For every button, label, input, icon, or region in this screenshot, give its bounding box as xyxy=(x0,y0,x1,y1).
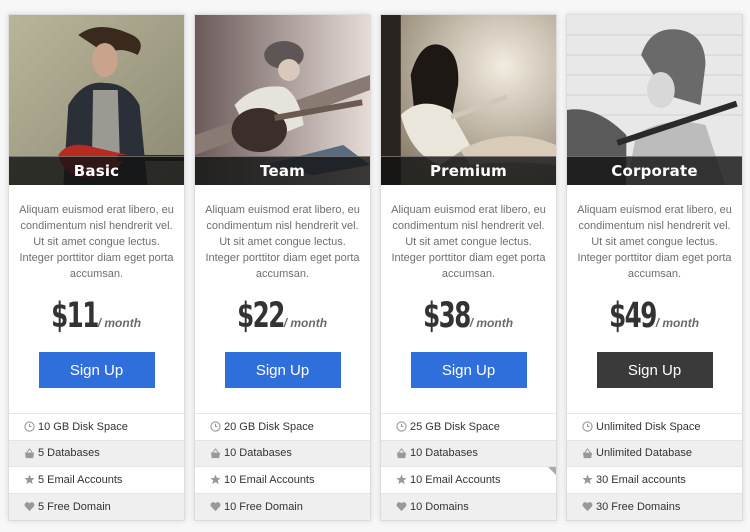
feature-item: 10 Free Domain xyxy=(195,493,370,520)
plan-price: $11/ month xyxy=(9,296,184,336)
feature-item: 10 Domains xyxy=(381,493,556,520)
plan-photo: Basic xyxy=(9,15,184,185)
feature-label: 10 Domains xyxy=(410,500,469,513)
feature-label: 10 Databases xyxy=(410,447,478,460)
clock-icon xyxy=(23,421,35,433)
feature-list: 10 GB Disk Space 5 Databases 5 Email Acc… xyxy=(9,413,184,520)
plan-photo: Team xyxy=(195,15,370,185)
feature-item: 30 Email accounts xyxy=(567,467,742,494)
feature-label: Unlimited Database xyxy=(596,447,692,460)
sign-up-button[interactable]: Sign Up xyxy=(596,352,713,388)
feature-item: 5 Free Domain xyxy=(9,493,184,520)
star-icon xyxy=(581,474,593,486)
price-amount: $11 xyxy=(51,296,99,336)
feature-label: 10 GB Disk Space xyxy=(38,420,128,433)
plan-description: Aliquam euismod erat libero, eu condimen… xyxy=(391,204,546,280)
feature-label: 30 Email accounts xyxy=(596,473,686,486)
feature-label: 20 GB Disk Space xyxy=(224,420,314,433)
clock-icon xyxy=(395,421,407,433)
price-amount: $49 xyxy=(609,296,657,336)
sign-up-button[interactable]: Sign Up xyxy=(224,352,341,388)
feature-label: 5 Databases xyxy=(38,447,100,460)
feature-item: 10 Email Accounts xyxy=(381,467,556,494)
plan-price: $22/ month xyxy=(195,296,370,336)
heart-icon xyxy=(395,501,407,513)
feature-item: 20 GB Disk Space xyxy=(195,414,370,441)
feature-item: 10 Databases xyxy=(381,440,556,467)
plan-price: $49/ month xyxy=(567,296,742,336)
plan-photo: Corporate xyxy=(567,15,742,185)
plan-name: Team xyxy=(195,156,370,185)
feature-item: 10 Email Accounts xyxy=(195,467,370,494)
feature-label: 10 Email Accounts xyxy=(224,473,315,486)
plan-name: Basic xyxy=(9,156,184,185)
heart-icon xyxy=(23,501,35,513)
price-period: / month xyxy=(469,316,514,330)
sign-up-button[interactable]: Sign Up xyxy=(410,352,527,388)
feature-list: Unlimited Disk Space Unlimited Database … xyxy=(567,413,742,520)
plan-description: Aliquam euismod erat libero, eu condimen… xyxy=(19,204,174,280)
feature-item: 10 Databases xyxy=(195,440,370,467)
basket-icon xyxy=(23,447,35,459)
price-amount: $22 xyxy=(237,296,285,336)
feature-label: 30 Free Domains xyxy=(596,500,681,513)
feature-item: 10 GB Disk Space xyxy=(9,414,184,441)
star-icon xyxy=(209,474,221,486)
feature-label: 10 Email Accounts xyxy=(410,473,501,486)
feature-item: 30 Free Domains xyxy=(567,493,742,520)
pricing-card-basic: Basic Aliquam euismod erat libero, eu co… xyxy=(8,14,185,521)
feature-label: 5 Free Domain xyxy=(38,500,111,513)
pricing-card-corporate: Corporate Aliquam euismod erat libero, e… xyxy=(566,14,743,521)
feature-item: Unlimited Disk Space xyxy=(567,414,742,441)
price-period: / month xyxy=(283,316,328,330)
feature-item: 5 Email Accounts xyxy=(9,467,184,494)
star-icon xyxy=(23,474,35,486)
plan-name: Premium xyxy=(381,156,556,185)
star-icon xyxy=(395,474,407,486)
heart-icon xyxy=(581,501,593,513)
plan-description: Aliquam euismod erat libero, eu condimen… xyxy=(205,204,360,280)
sign-up-button[interactable]: Sign Up xyxy=(38,352,155,388)
corner-fold xyxy=(548,467,556,475)
price-period: / month xyxy=(655,316,700,330)
pricing-card-premium: Premium Aliquam euismod erat libero, eu … xyxy=(380,14,557,521)
pricing-card-team: Team Aliquam euismod erat libero, eu con… xyxy=(194,14,371,521)
heart-icon xyxy=(209,501,221,513)
clock-icon xyxy=(581,421,593,433)
basket-icon xyxy=(209,447,221,459)
clock-icon xyxy=(209,421,221,433)
feature-label: 25 GB Disk Space xyxy=(410,420,500,433)
feature-label: Unlimited Disk Space xyxy=(596,420,701,433)
price-amount: $38 xyxy=(423,296,471,336)
basket-icon xyxy=(581,447,593,459)
plan-photo: Premium xyxy=(381,15,556,185)
plan-description: Aliquam euismod erat libero, eu condimen… xyxy=(577,204,732,280)
plan-price: $38/ month xyxy=(381,296,556,336)
feature-label: 10 Databases xyxy=(224,447,292,460)
feature-label: 5 Email Accounts xyxy=(38,473,123,486)
plan-name: Corporate xyxy=(567,156,742,185)
feature-item: 25 GB Disk Space xyxy=(381,414,556,441)
feature-item: Unlimited Database xyxy=(567,440,742,467)
price-period: / month xyxy=(97,316,142,330)
basket-icon xyxy=(395,447,407,459)
feature-list: 25 GB Disk Space 10 Databases 10 Email A… xyxy=(381,413,556,520)
feature-label: 10 Free Domain xyxy=(224,500,303,513)
feature-list: 20 GB Disk Space 10 Databases 10 Email A… xyxy=(195,413,370,520)
feature-item: 5 Databases xyxy=(9,440,184,467)
